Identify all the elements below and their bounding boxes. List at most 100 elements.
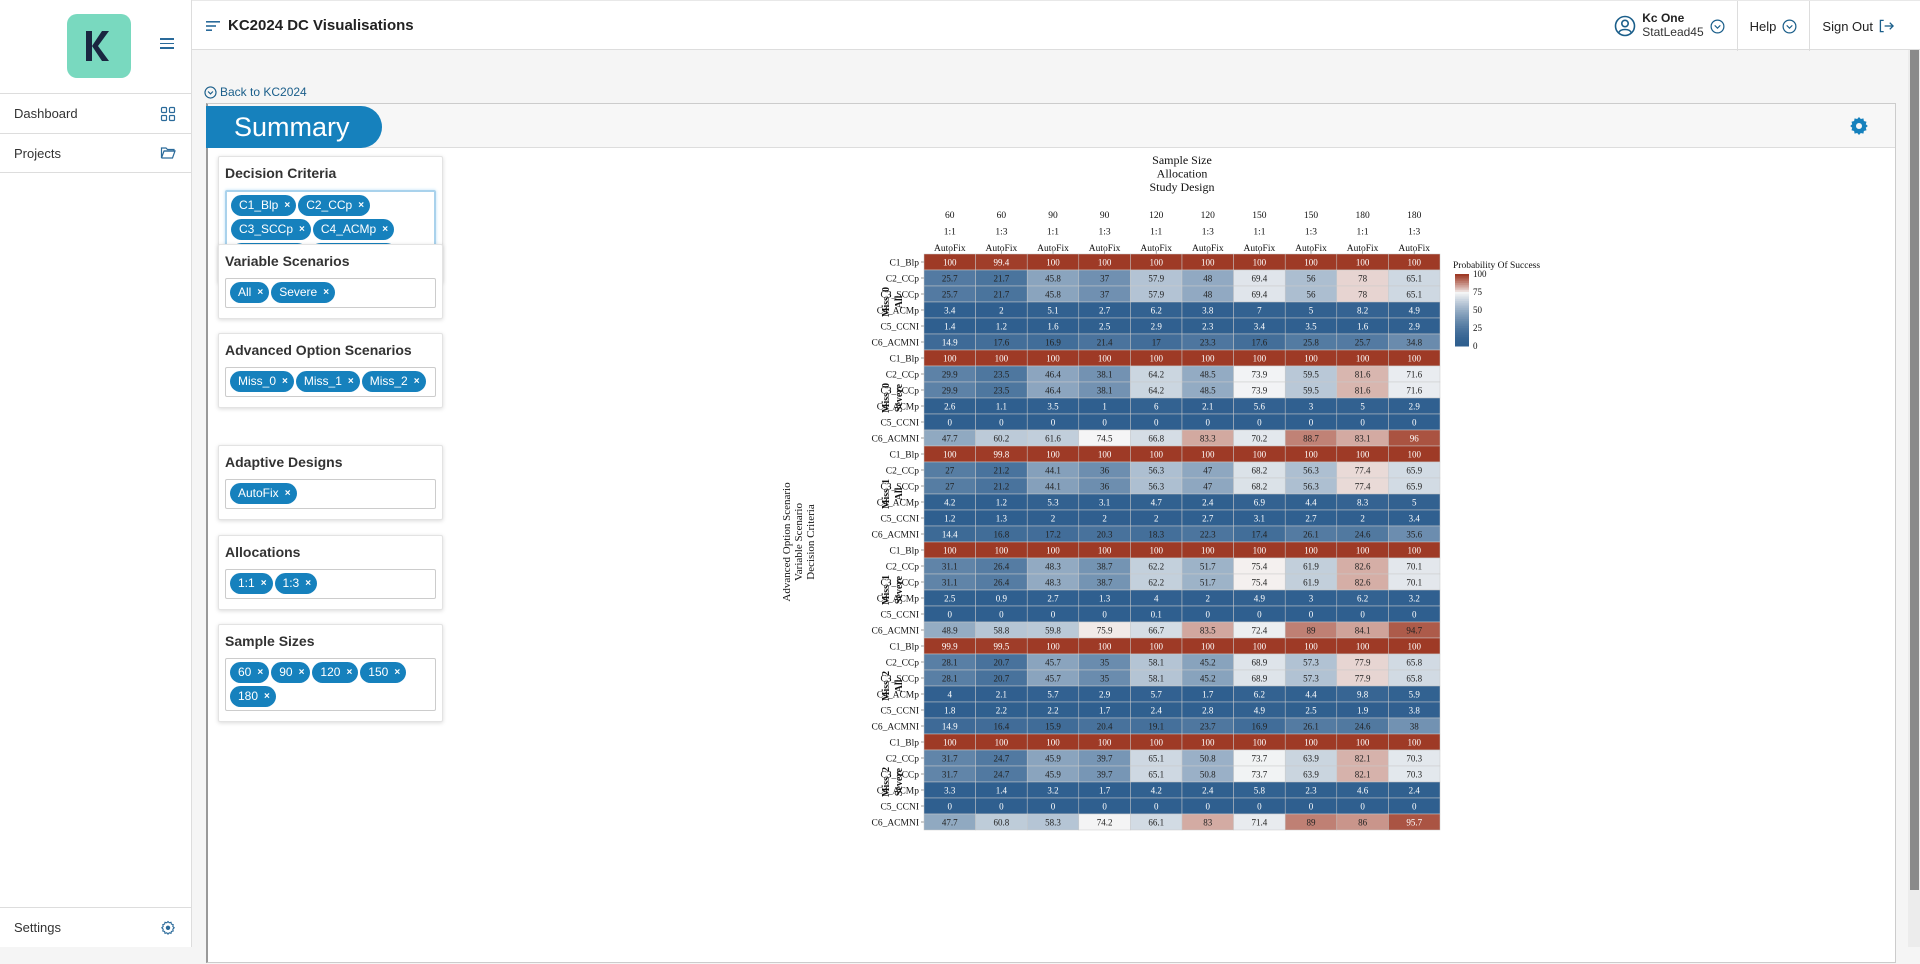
folder-icon [160, 147, 176, 159]
sidebar-item-settings[interactable]: Settings [0, 907, 192, 947]
cell-value-label: 7 [1257, 305, 1262, 315]
help-menu[interactable]: Help [1736, 1, 1810, 51]
cell-value-label: 3.8 [1202, 305, 1214, 315]
cell-value-label: 3.5 [1047, 401, 1059, 411]
menu-toggle-icon[interactable] [160, 38, 174, 50]
cell-value-label: 48 [1203, 273, 1213, 283]
cell-value-label: 0 [1206, 609, 1211, 619]
cell-value-label: 51.7 [1200, 561, 1216, 571]
cell-value-label: 38.1 [1097, 385, 1113, 395]
cell-value-label: 56 [1307, 273, 1317, 283]
legend-tick-label: 0 [1473, 341, 1478, 351]
cell-value-label: 37 [1100, 273, 1110, 283]
gear-icon [161, 920, 175, 935]
cell-value-label: 100 [1201, 641, 1215, 651]
cell-value-label: 2.7 [1047, 593, 1059, 603]
legend-tick-label: 100 [1473, 269, 1487, 279]
cell-value-label: 81.6 [1355, 385, 1371, 395]
cell-value-label: 23.5 [994, 385, 1010, 395]
cell-value-label: 22.3 [1200, 529, 1216, 539]
sidebar-item-projects[interactable]: Projects [0, 133, 192, 173]
cell-value-label: 4.2 [1151, 785, 1162, 795]
cell-value-label: 1.4 [996, 785, 1008, 795]
sort-lines-icon[interactable] [206, 20, 220, 32]
cell-value-label: 1.2 [996, 497, 1007, 507]
cell-value-label: 5.3 [1047, 497, 1059, 507]
grid-icon [160, 106, 176, 121]
cell-value-label: 35 [1100, 657, 1110, 667]
column-header-allocation: 1:3 [995, 228, 1007, 238]
cell-value-label: 31.1 [942, 561, 958, 571]
cell-value-label: 2.5 [1099, 321, 1111, 331]
cell-value-label: 0 [1102, 801, 1107, 811]
cell-value-label: 51.7 [1200, 577, 1216, 587]
cell-value-label: 2.4 [1409, 785, 1421, 795]
cell-value-label: 38 [1410, 721, 1420, 731]
scrollbar-thumb[interactable] [1910, 50, 1919, 890]
cell-value-label: 0 [948, 417, 953, 427]
cell-value-label: 70.2 [1252, 433, 1268, 443]
cell-value-label: 100 [943, 257, 957, 267]
cell-value-label: 81.6 [1355, 369, 1371, 379]
cell-value-label: 45.7 [1045, 673, 1061, 683]
cell-value-label: 100 [1304, 353, 1318, 363]
cell-value-label: 1.9 [1357, 705, 1369, 715]
cell-value-label: 3.8 [1409, 705, 1421, 715]
user-menu[interactable]: Kc One StatLead45 [1602, 1, 1736, 51]
cell-value-label: 100 [1098, 641, 1112, 651]
chart-title-line: Sample Size [1152, 153, 1212, 167]
cell-value-label: 71.6 [1406, 385, 1422, 395]
cell-value-label: 100 [1356, 641, 1370, 651]
cell-value-label: 47.7 [942, 433, 958, 443]
cell-value-label: 1 [1102, 401, 1107, 411]
sign-out-button[interactable]: Sign Out [1809, 1, 1920, 51]
cell-value-label: 14.4 [942, 529, 958, 539]
row-label: C3_SCCp [880, 290, 919, 300]
cell-value-label: 3.2 [1047, 785, 1058, 795]
cell-value-label: 0 [999, 609, 1004, 619]
cell-value-label: 5.9 [1409, 689, 1421, 699]
cell-value-label: 66.7 [1148, 625, 1164, 635]
cell-value-label: 72.4 [1252, 625, 1268, 635]
y-axis-title-line: Advanced Option Scenario [781, 482, 793, 602]
cell-value-label: 2.9 [1151, 321, 1163, 331]
cell-value-label: 78 [1358, 289, 1368, 299]
cell-value-label: 60.8 [994, 817, 1010, 827]
cell-value-label: 100 [1407, 641, 1421, 651]
cell-value-label: 8.3 [1357, 497, 1369, 507]
cell-value-label: 5 [1412, 497, 1417, 507]
cell-value-label: 20.7 [994, 657, 1010, 667]
cell-value-label: 3.1 [1099, 497, 1110, 507]
cell-value-label: 5.7 [1047, 689, 1059, 699]
cell-value-label: 73.9 [1252, 385, 1268, 395]
sidebar-item-dashboard[interactable]: Dashboard [0, 93, 192, 133]
cell-value-label: 48.9 [942, 625, 958, 635]
column-header-allocation: 1:1 [1253, 228, 1265, 238]
cell-value-label: 21.7 [994, 289, 1010, 299]
cell-value-label: 100 [1201, 737, 1215, 747]
cell-value-label: 2 [1051, 513, 1056, 523]
cell-value-label: 75.9 [1097, 625, 1113, 635]
cell-value-label: 27 [945, 465, 955, 475]
cell-value-label: 99.5 [994, 641, 1010, 651]
cell-value-label: 2.5 [1305, 705, 1317, 715]
cell-value-label: 6.2 [1254, 689, 1265, 699]
cell-value-label: 37 [1100, 289, 1110, 299]
cell-value-label: 100 [1046, 449, 1060, 459]
cell-value-label: 3.2 [1409, 593, 1420, 603]
cell-value-label: 100 [1149, 641, 1163, 651]
legend-title: Probability Of Success [1453, 260, 1540, 271]
cell-value-label: 100 [1201, 257, 1215, 267]
cell-value-label: 44.1 [1045, 465, 1061, 475]
page-scrollbar[interactable] [1908, 50, 1920, 947]
cell-value-label: 100 [995, 353, 1009, 363]
cell-value-label: 25.7 [942, 273, 958, 283]
cell-value-label: 3.4 [1409, 513, 1421, 523]
cell-value-label: 17.4 [1252, 529, 1268, 539]
cell-value-label: 39.7 [1097, 769, 1113, 779]
cell-value-label: 28.1 [942, 657, 958, 667]
back-link[interactable]: Back to KC2024 [204, 85, 307, 99]
app-logo[interactable] [67, 14, 131, 78]
sidebar-item-label: Settings [14, 920, 61, 935]
cell-value-label: 100 [1253, 257, 1267, 267]
